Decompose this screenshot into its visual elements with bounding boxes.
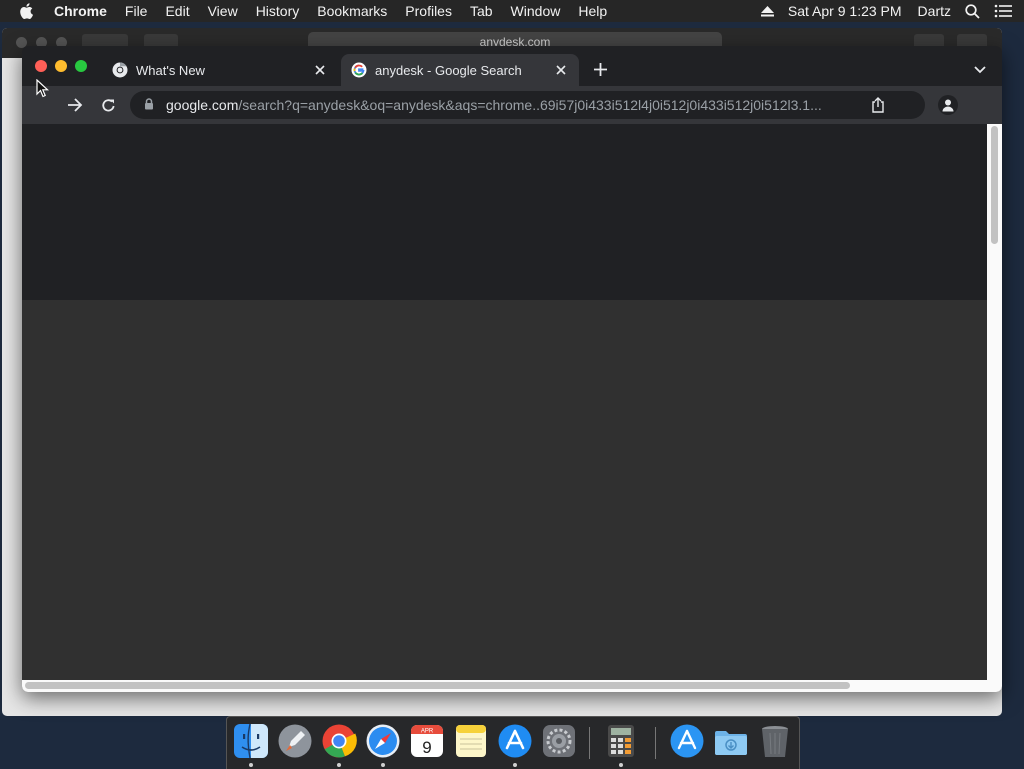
chrome-icon (112, 62, 128, 78)
safari-icon[interactable] (365, 723, 401, 759)
app-store-icon[interactable] (497, 723, 533, 759)
forward-arrow-icon[interactable] (66, 96, 84, 114)
dock: APR 9 (226, 716, 800, 769)
menu-user[interactable]: Dartz (918, 3, 951, 19)
menu-tab[interactable]: Tab (470, 3, 493, 19)
dock-running-indicator (337, 763, 341, 767)
google-icon (351, 62, 367, 78)
downloads-folder-icon[interactable] (713, 723, 749, 759)
tab-close-icon[interactable] (553, 62, 569, 78)
lock-icon[interactable] (144, 98, 156, 112)
notes-icon[interactable] (453, 723, 489, 759)
tab-title: anydesk - Google Search (375, 62, 522, 78)
tab-title: What's New (136, 62, 205, 78)
address-bar[interactable]: google.com/search?q=anydesk&oq=anydesk&a… (130, 91, 925, 119)
tab-anydesk-search[interactable]: anydesk - Google Search (341, 54, 579, 86)
menu-help[interactable]: Help (578, 3, 607, 19)
horizontal-scrollbar[interactable] (22, 680, 1002, 692)
dock-separator (655, 727, 656, 759)
calendar-month-label: APR (421, 729, 434, 735)
dock-running-indicator (381, 763, 385, 767)
profile-avatar-icon[interactable] (938, 95, 958, 115)
menu-profiles[interactable]: Profiles (405, 3, 452, 19)
menu-history[interactable]: History (256, 3, 300, 19)
window-minimize-button[interactable] (55, 60, 67, 72)
url-text[interactable]: google.com/search?q=anydesk&oq=anydesk&a… (166, 97, 856, 113)
reload-icon[interactable] (99, 96, 117, 114)
tab-close-icon[interactable] (312, 62, 328, 78)
calendar-icon[interactable]: APR 9 (409, 723, 445, 759)
calendar-day-label: 9 (422, 738, 431, 757)
menu-view[interactable]: View (208, 3, 238, 19)
control-center-icon[interactable] (994, 4, 1012, 18)
share-icon[interactable] (871, 97, 887, 113)
vertical-scrollbar-thumb[interactable] (991, 126, 998, 244)
menu-window[interactable]: Window (511, 3, 561, 19)
page-header-area (22, 124, 987, 300)
menu-file[interactable]: File (125, 3, 148, 19)
finder-icon[interactable] (233, 723, 269, 759)
menu-clock[interactable]: Sat Apr 9 1:23 PM (788, 3, 902, 19)
chevron-down-icon[interactable] (972, 62, 988, 78)
vertical-scrollbar[interactable] (987, 124, 1002, 680)
page-content[interactable] (22, 124, 987, 680)
url-domain: google.com (166, 97, 239, 113)
window-zoom-button[interactable] (75, 60, 87, 72)
chrome-window: What's New anydesk - Google Search googl… (22, 46, 1002, 692)
menu-bar: Chrome File Edit View History Bookmarks … (0, 0, 1024, 22)
eject-icon[interactable] (760, 5, 774, 17)
calculator-icon[interactable] (603, 723, 639, 759)
dock-separator (589, 727, 590, 759)
menu-app-name[interactable]: Chrome (54, 3, 107, 19)
apple-icon[interactable] (19, 3, 37, 19)
dock-running-indicator (513, 763, 517, 767)
tab-whats-new[interactable]: What's New (102, 54, 338, 86)
horizontal-scrollbar-thumb[interactable] (25, 682, 850, 689)
launchpad-icon[interactable] (277, 723, 313, 759)
dock-running-indicator (249, 763, 253, 767)
window-close-button[interactable] (35, 60, 47, 72)
mouse-cursor-icon (36, 79, 50, 98)
menu-edit[interactable]: Edit (165, 3, 189, 19)
tab-strip: What's New anydesk - Google Search (22, 46, 1002, 86)
applications-folder-icon[interactable] (669, 723, 705, 759)
url-path: /search?q=anydesk&oq=anydesk&aqs=chrome.… (238, 97, 822, 113)
new-tab-icon[interactable] (592, 61, 608, 77)
system-preferences-icon[interactable] (541, 723, 577, 759)
menu-bookmarks[interactable]: Bookmarks (317, 3, 387, 19)
trash-icon[interactable] (757, 723, 793, 759)
browser-toolbar: google.com/search?q=anydesk&oq=anydesk&a… (22, 86, 1002, 124)
chrome-app-icon[interactable] (321, 723, 357, 759)
dock-running-indicator (619, 763, 623, 767)
spotlight-icon[interactable] (965, 3, 980, 19)
